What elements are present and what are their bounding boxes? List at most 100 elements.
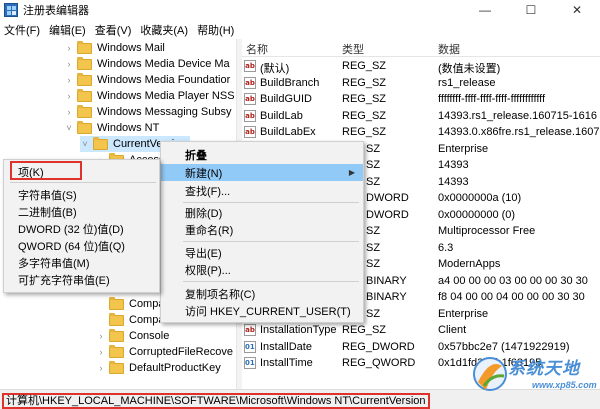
window-title: 注册表编辑器 [23,5,89,17]
tree-item[interactable]: › Windows Media Player NSS [64,88,235,104]
tree-item-label: Windows Media Device Ma [97,58,230,70]
menu-new-string-value[interactable]: 字符串值(S) [4,186,159,203]
tree-item-label: CorruptedFileRecove [129,346,233,358]
watermark-logo-icon [473,357,507,391]
chevron-right-icon[interactable]: › [64,91,74,101]
value-name: BuildLab [260,109,303,122]
menu-goto-hkcu[interactable]: 访问 HKEY_CURRENT_USER(T) [161,302,363,319]
menu-separator [10,182,156,183]
value-type: REG_DWORD [342,340,415,353]
menu-collapse[interactable]: 折叠 [161,146,363,163]
value-type: REG_SZ [342,93,387,105]
string-value-icon: ab [244,76,256,89]
menu-new-multi-string-value[interactable]: 多字符串值(M) [4,254,159,271]
column-header-name[interactable]: 名称 [246,41,268,57]
binary-value-icon: 011 [244,357,256,369]
tree-item[interactable]: › CorruptedFileRecove [96,344,233,360]
menu-new-binary-value[interactable]: 二进制值(B) [4,203,159,220]
chevron-right-icon[interactable]: › [64,59,74,69]
value-row[interactable]: ab BuildLabEx REG_SZ 14393.0.x86fre.rs1_rel… [242,124,600,141]
value-name: InstallationType [260,324,337,336]
menu-new[interactable]: 新建(N) ▶ [161,164,363,181]
context-menu: 折叠 新建(N) ▶ 查找(F)... 删除(D) 重命名(R) 导出(E) 权… [160,141,364,323]
folder-icon [93,136,108,150]
menu-favorites[interactable]: 收藏夹(A) [140,22,188,38]
title-bar: 注册表编辑器 — ☐ ✕ [0,0,600,20]
menu-edit[interactable]: 编辑(E) [49,22,86,38]
column-header-data[interactable]: 数据 [438,41,460,57]
value-data: ffffffff-ffff-ffff-ffff-ffffffffffff [438,93,546,105]
value-name: BuildBranch [260,76,320,89]
chevron-right-icon[interactable]: › [64,43,74,53]
value-row[interactable]: ab BuildBranch REG_SZ rs1_release [242,75,600,92]
value-data: 0x0000000a (10) [438,192,522,204]
menu-new-qword-value[interactable]: QWORD (64 位)值(Q) [4,237,159,254]
value-name: BuildLabEx [260,126,316,138]
menu-export[interactable]: 导出(E) [161,244,363,261]
value-data: a4 00 00 00 03 00 00 00 30 30 [438,274,588,287]
list-header: 名称 类型 数据 [242,39,600,57]
folder-icon [109,328,124,342]
minimize-button[interactable]: — [462,0,508,20]
folder-icon [77,104,92,118]
chevron-right-icon[interactable]: › [96,363,106,373]
chevron-right-icon[interactable]: › [96,347,106,357]
chevron-down-icon[interactable]: ˅ [80,139,90,149]
chevron-right-icon[interactable]: › [64,107,74,117]
value-type: REG_SZ [342,324,387,336]
menu-new-expandable-string-value[interactable]: 可扩充字符串值(E) [4,271,159,288]
submenu-arrow-icon: ▶ [348,168,355,177]
close-button[interactable]: ✕ [554,0,600,20]
tree-item[interactable]: › Windows Messaging Subsy [64,104,232,120]
tree-item[interactable]: Compa [96,296,164,312]
tree-item[interactable]: › Windows Media Device Ma [64,56,230,72]
site-watermark: 系统天地 www.xp85.com [470,352,598,406]
value-type: REG_SZ [342,60,387,72]
menu-help[interactable]: 帮助(H) [197,22,234,38]
value-row[interactable]: ab InstallationType REG_SZ Client [242,322,600,339]
tree-item[interactable]: › Windows Media Foundatior [64,72,230,88]
tree-item-label: Windows Media Foundatior [97,74,231,86]
value-data: 14393 [438,159,469,171]
value-row[interactable]: ab BuildGUID REG_SZ ffffffff-ffff-ffff-ffff… [242,91,600,108]
menu-new-dword-value[interactable]: DWORD (32 位)值(D) [4,220,159,237]
tree-item-label: Windows Mail [97,42,165,54]
menu-view[interactable]: 查看(V) [95,22,132,38]
watermark-url: www.xp85.com [532,380,597,390]
value-row[interactable]: ab BuildLab REG_SZ 14393.rs1_release.160715… [242,108,600,125]
menu-separator [183,241,359,242]
tree-item-label: Windows NT [97,122,160,134]
annotation-highlight-box [10,161,82,180]
folder-icon [77,88,92,102]
value-type: REG_QWORD [342,357,416,369]
value-data: f8 04 00 00 04 00 00 00 30 30 [438,291,585,303]
string-value-icon: ab [244,109,256,122]
menu-delete[interactable]: 删除(D) [161,204,363,221]
watermark-text: 系统天地 [508,359,580,378]
status-path: 计算机\HKEY_LOCAL_MACHINE\SOFTWARE\Microsof… [2,393,430,409]
tree-item[interactable]: › Windows Mail [64,40,165,56]
menu-find[interactable]: 查找(F)... [161,182,363,199]
menu-file[interactable]: 文件(F) [4,22,40,38]
value-data: 14393.0.x86fre.rs1_release.1607 [438,126,600,138]
menu-rename[interactable]: 重命名(R) [161,221,363,238]
tree-item[interactable]: Compa [96,312,164,328]
value-data: 14393 [438,175,469,188]
column-header-type[interactable]: 类型 [342,41,364,57]
value-data: Enterprise [438,142,489,155]
menu-copy-key-name[interactable]: 复制项名称(C) [161,285,363,302]
tree-item[interactable]: › DefaultProductKey [96,360,221,376]
chevron-right-icon[interactable]: › [96,331,106,341]
menu-permissions[interactable]: 权限(P)... [161,261,363,278]
menu-separator [183,281,359,282]
maximize-button[interactable]: ☐ [508,0,554,20]
tree-item[interactable]: › Console [96,328,169,344]
folder-icon [109,360,124,374]
value-row[interactable]: ab (默认) REG_SZ (数值未设置) [242,58,600,75]
tree-item-windows-nt[interactable]: ˅ Windows NT [64,120,159,136]
chevron-right-icon[interactable]: › [64,75,74,85]
value-data: ModernApps [438,258,501,270]
value-name: InstallDate [260,340,312,353]
chevron-down-icon[interactable]: ˅ [64,123,74,133]
folder-icon [77,72,92,86]
